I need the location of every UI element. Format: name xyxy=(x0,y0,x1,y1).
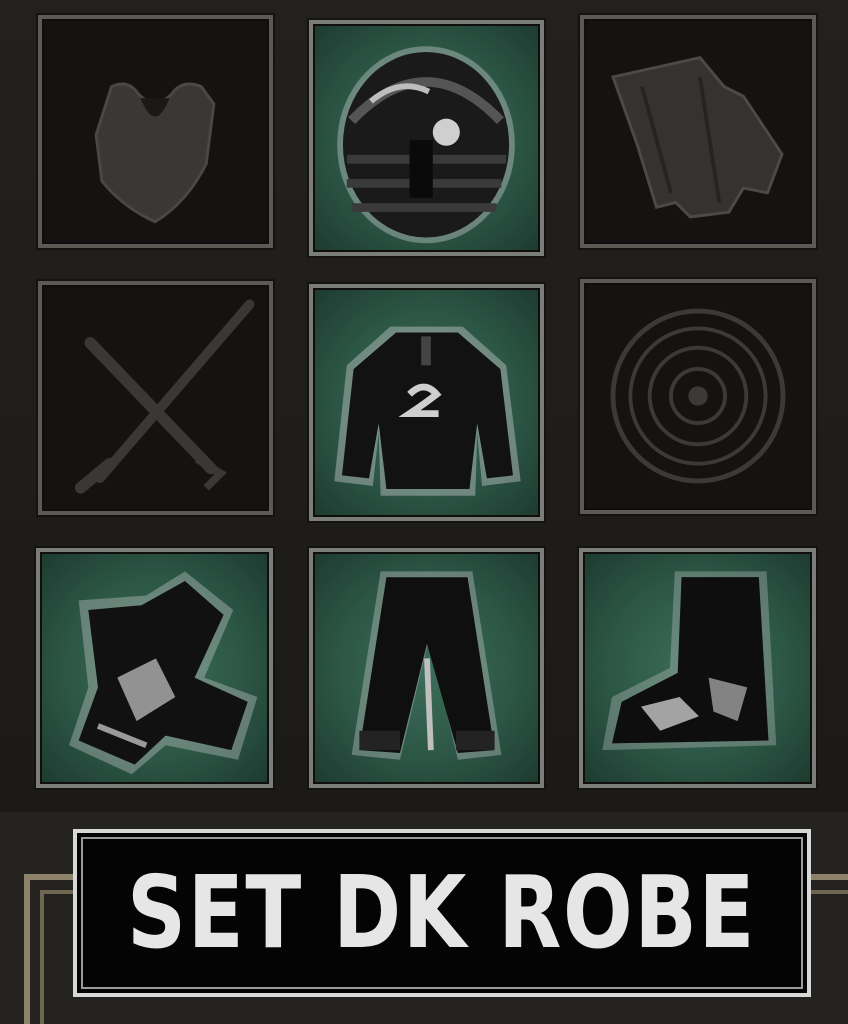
armor-silhouette-icon xyxy=(94,82,216,224)
equipment-panel xyxy=(0,0,848,812)
frame-border xyxy=(40,890,44,1024)
dark-pants-icon xyxy=(351,571,502,760)
weapons-slot[interactable] xyxy=(38,281,273,515)
round-shield-silhouette-icon xyxy=(610,308,786,484)
frame-border xyxy=(24,874,30,1024)
shield-slot[interactable] xyxy=(580,279,816,514)
crossed-weapons-silhouette-icon xyxy=(74,299,255,494)
armor-slot[interactable] xyxy=(38,15,273,248)
dark-boots-icon xyxy=(602,571,777,751)
dark-gloves-icon xyxy=(68,571,258,775)
cape-slot[interactable] xyxy=(580,15,816,248)
helm-slot[interactable] xyxy=(309,20,544,256)
cape-silhouette-icon xyxy=(611,56,784,219)
set-label-text: SET DK ROBE xyxy=(127,854,757,971)
boots-slot[interactable] xyxy=(579,548,816,788)
gloves-slot[interactable] xyxy=(36,548,273,788)
pants-slot[interactable] xyxy=(309,548,544,788)
dark-robe-chest-icon xyxy=(334,326,521,496)
dark-helm-icon xyxy=(337,46,515,244)
chest-slot[interactable] xyxy=(309,284,544,521)
set-label-box: SET DK ROBE xyxy=(73,829,811,997)
